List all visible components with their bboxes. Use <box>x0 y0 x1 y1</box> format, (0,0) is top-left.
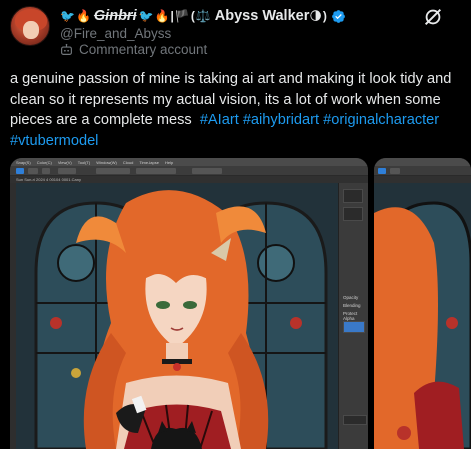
menu-item: Cloud <box>122 159 134 165</box>
panel-slot <box>343 207 363 221</box>
display-name: Abyss Walker <box>214 8 310 24</box>
hashtag-link[interactable]: #aihybridart <box>243 112 319 128</box>
menu-item: Window(W) <box>96 159 117 165</box>
tool-chip <box>192 168 222 174</box>
display-name-row[interactable]: 🐦 🔥 Ginbri 🐦 🔥 | 🏴 ( ⚖️ Abyss Walker 🌗 ) <box>60 7 346 25</box>
name-struck-text: Ginbri <box>93 8 137 24</box>
hashtag-link[interactable]: #vtubermodel <box>10 133 98 149</box>
panel-label: Opacity <box>343 295 359 300</box>
grok-icon <box>424 8 442 26</box>
hashtag-link[interactable]: #AIart <box>200 112 239 128</box>
app-toolbar <box>10 166 368 176</box>
menu-item: Snap(S) <box>16 159 31 165</box>
account-label: Commentary account <box>60 42 207 57</box>
grok-button[interactable] <box>422 6 444 28</box>
panel-label: Protect Alpha <box>343 311 358 321</box>
tweet-text: a genuine passion of mine is taking ai a… <box>10 69 465 151</box>
name-open-paren: ( <box>190 9 195 23</box>
document-tab-title: Sun Sun-ri 2024 4 00104 0001.Cany <box>16 177 81 182</box>
hashtag-link[interactable]: #originalcharacter <box>323 112 439 128</box>
name-close-paren: ) <box>322 9 327 23</box>
layers-panel: Opacity Blending Protect Alpha <box>338 183 368 449</box>
media-image-2[interactable] <box>374 158 471 449</box>
media-gallery: Snap(S) Color(C) View(V) Tool(T) Window(… <box>10 158 471 449</box>
avatar-face <box>23 21 39 39</box>
tweet: 🐦 🔥 Ginbri 🐦 🔥 | 🏴 ( ⚖️ Abyss Walker 🌗 )… <box>0 0 471 449</box>
menu-item: Help <box>164 159 174 165</box>
artwork-illustration <box>16 183 338 449</box>
artwork-illustration <box>374 183 471 449</box>
app-menubar <box>374 158 471 166</box>
verified-badge-icon <box>331 9 345 23</box>
avatar[interactable] <box>10 6 50 46</box>
name-emoji-1: 🐦 <box>60 9 75 23</box>
app-menubar: Snap(S) Color(C) View(V) Tool(T) Window(… <box>10 158 368 166</box>
name-emoji-4: 🔥 <box>154 9 170 23</box>
user-handle[interactable]: @Fire_and_Abyss <box>60 26 171 41</box>
artwork-canvas <box>16 183 338 449</box>
name-emoji-3: 🐦 <box>138 9 154 23</box>
menu-item: View(V) <box>57 159 72 165</box>
name-emoji-5: 🏴 <box>174 9 190 23</box>
panel-slot <box>343 189 363 203</box>
document-tab: Sun Sun-ri 2024 4 00104 0001.Cany <box>10 176 368 183</box>
tool-chip <box>28 168 38 174</box>
name-separator: | <box>170 9 174 23</box>
menu-item: Color(C) <box>36 159 52 165</box>
layer-thumbnail[interactable] <box>343 321 365 333</box>
document-tab <box>374 176 471 183</box>
name-emoji-7: 🌗 <box>309 9 322 23</box>
tool-chip <box>16 168 24 174</box>
tool-chip <box>136 168 176 174</box>
menu-item: Tool(T) <box>77 159 91 165</box>
tool-chip <box>390 168 400 174</box>
panel-label: Blending <box>343 303 361 308</box>
tool-chip <box>42 168 50 174</box>
artwork-canvas <box>374 183 471 449</box>
media-image-1[interactable]: Snap(S) Color(C) View(V) Tool(T) Window(… <box>10 158 368 449</box>
name-emoji-2: 🔥 <box>75 9 91 23</box>
menu-item: Time-lapse <box>139 159 159 165</box>
app-toolbar <box>374 166 471 176</box>
bot-icon <box>61 43 72 55</box>
tool-chip <box>96 168 130 174</box>
panel-slot <box>343 415 367 425</box>
tool-chip <box>58 168 76 174</box>
name-emoji-6: ⚖️ <box>195 9 211 23</box>
tool-chip <box>378 168 386 174</box>
account-label-text: Commentary account <box>79 42 208 57</box>
